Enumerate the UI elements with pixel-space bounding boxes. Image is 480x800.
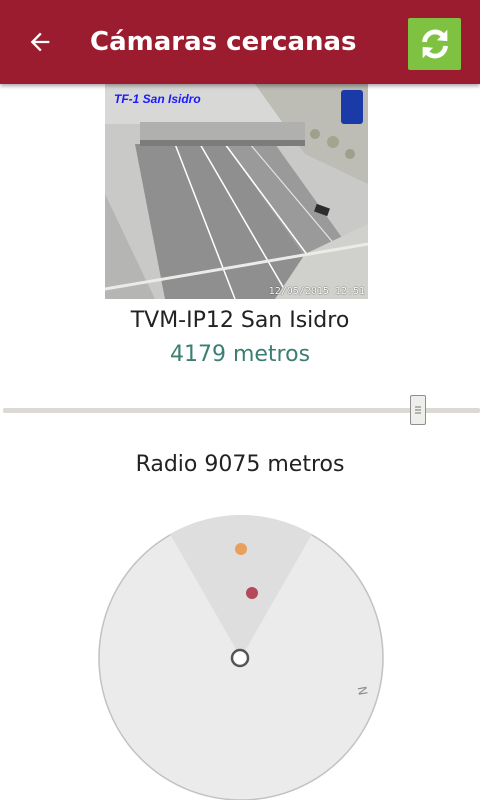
camera-overlay-timestamp: 12/05/2015 12:51 [268,286,365,297]
back-button[interactable] [18,22,62,62]
radar-view[interactable]: N [97,514,385,800]
grip-icon [415,406,421,414]
camera-scene [105,84,368,299]
app-bar: Cámaras cercanas [0,0,480,84]
camera-name: TVM-IP12 San Isidro [130,308,350,333]
page-title: Cámaras cercanas [90,27,357,57]
camera-overlay-label: TF-1 San Isidro [114,92,201,106]
camera-marker-orange[interactable] [235,543,247,555]
radius-label: Radio 9075 metros [135,452,345,477]
camera-distance: 4179 metros [169,342,311,367]
camera-image[interactable]: TF-1 San Isidro 12/05/2015 12:51 [105,84,368,299]
radius-slider-thumb[interactable] [410,395,426,425]
refresh-icon [421,29,448,59]
user-location-marker [230,648,250,668]
radius-slider-track[interactable] [3,408,480,413]
camera-marker-red[interactable] [246,587,258,599]
arrow-left-icon [30,32,50,52]
refresh-button[interactable] [408,18,461,70]
